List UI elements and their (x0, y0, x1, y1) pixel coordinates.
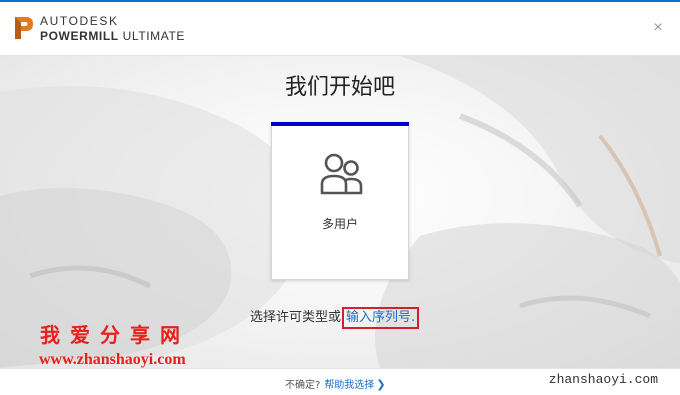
license-prompt-text: 选择许可类型或 (250, 310, 342, 325)
page-title: 我们开始吧 (284, 75, 395, 100)
close-icon[interactable]: × (650, 20, 666, 36)
brand-autodesk: AUTODESK (40, 14, 119, 28)
footer-question: 不确定? (285, 380, 321, 391)
enter-serial-link[interactable]: 输入序列号. (342, 307, 420, 329)
multi-user-option-card[interactable]: 多用户 (271, 122, 409, 280)
autodesk-logo-icon (15, 17, 33, 39)
watermark-chinese: 我爱分享网 (40, 323, 190, 347)
card-top-bar (271, 122, 409, 126)
watermark-url: www.zhanshaoyi.com (39, 351, 186, 368)
chevron-right-icon[interactable]: ❯ (376, 378, 385, 391)
header: AUTODESK POWERMILL ULTIMATE × (0, 2, 680, 56)
brand-product-bold: POWERMILL (40, 29, 119, 43)
brand-product: POWERMILL ULTIMATE (40, 29, 185, 43)
watermark-corner: zhanshaoyi.com (548, 372, 658, 387)
license-row: 选择许可类型或 输入序列号. (250, 306, 420, 329)
multi-user-icon (320, 153, 363, 195)
brand-product-rest: ULTIMATE (118, 29, 186, 43)
footer-help: 不确定? 帮助我选择 ❯ (285, 376, 386, 391)
help-me-choose-link[interactable]: 帮助我选择 (324, 380, 374, 391)
card-label: 多用户 (321, 217, 358, 231)
